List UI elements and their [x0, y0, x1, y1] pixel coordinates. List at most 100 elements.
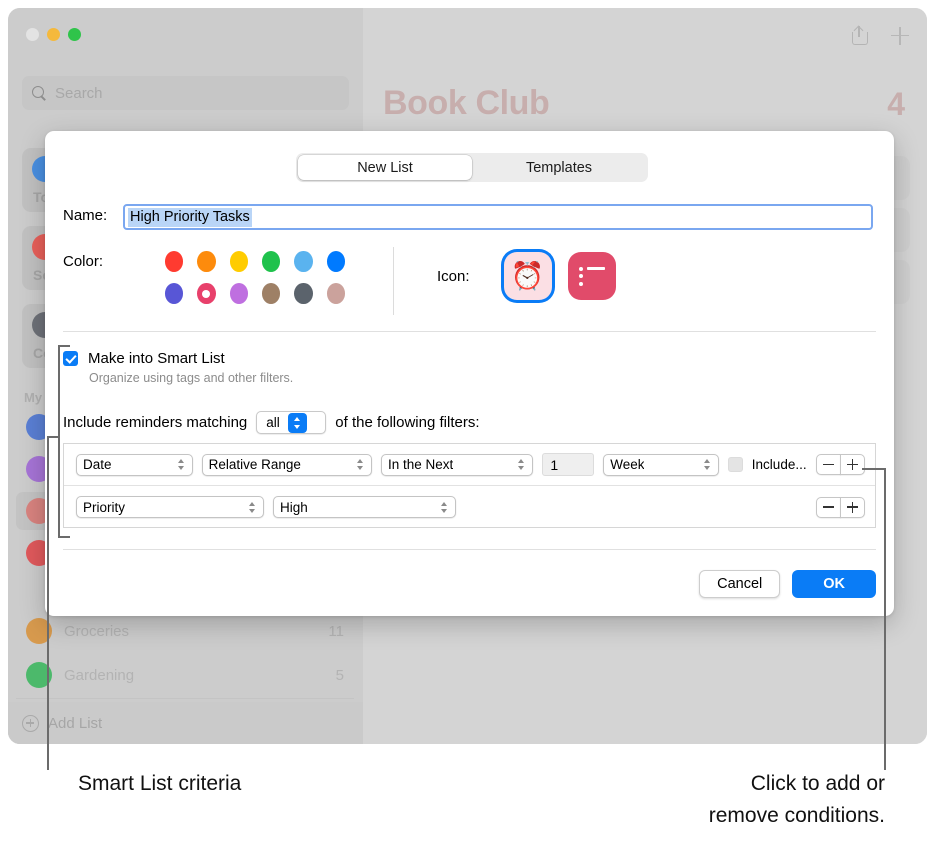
- filter-field-dropdown[interactable]: Priority: [76, 496, 264, 518]
- color-swatch-green[interactable]: [262, 251, 280, 272]
- tab-templates[interactable]: Templates: [472, 155, 646, 180]
- callout-bracket-inner: [48, 436, 59, 438]
- color-swatch-blue[interactable]: [327, 251, 345, 272]
- divider-top: [63, 331, 876, 332]
- callout-label-left: Smart List criteria: [78, 772, 241, 796]
- color-swatch-indigo[interactable]: [165, 283, 183, 304]
- filter-row-1: Date Relative Range In the Next 1 Week: [64, 444, 875, 486]
- filter-value-dropdown[interactable]: High: [273, 496, 456, 518]
- add-list-label: Add List: [48, 715, 102, 732]
- filter-comparator-dropdown[interactable]: Relative Range: [202, 454, 372, 476]
- sidebar-item-count: 5: [336, 667, 344, 684]
- filter-amount-value: 1: [550, 457, 558, 473]
- filter-field-value: Priority: [83, 500, 125, 515]
- chevron-updown-icon: [288, 413, 307, 433]
- chevron-updown-icon: [354, 457, 365, 472]
- name-label: Name:: [63, 207, 107, 224]
- callout-label-right-line2: remove conditions.: [709, 804, 885, 828]
- filter-comparator-value: Relative Range: [209, 457, 301, 472]
- filter-row-2: Priority High: [64, 486, 875, 528]
- tab-new-list[interactable]: New List: [298, 155, 472, 180]
- search-input[interactable]: Search: [22, 76, 349, 110]
- zoom-button[interactable]: [68, 28, 81, 41]
- add-condition-button[interactable]: [840, 497, 865, 518]
- chevron-updown-icon: [246, 500, 257, 515]
- filters-container: Date Relative Range In the Next 1 Week: [63, 443, 876, 528]
- match-type-dropdown[interactable]: all: [256, 411, 326, 434]
- chevron-updown-icon: [438, 500, 449, 515]
- close-button[interactable]: [26, 28, 39, 41]
- include-prefix-label: Include reminders matching: [63, 414, 247, 431]
- smart-list-toggle-row[interactable]: Make into Smart List: [63, 350, 225, 367]
- ok-button[interactable]: OK: [792, 570, 876, 598]
- smart-list-title: Make into Smart List: [88, 350, 225, 367]
- window-traffic-lights: [26, 28, 81, 41]
- filter-unit-value: Week: [610, 457, 644, 472]
- color-swatch-lightblue[interactable]: [294, 251, 312, 272]
- plus-icon[interactable]: [891, 27, 909, 45]
- segmented-control: New List Templates: [296, 153, 648, 182]
- list-title: Book Club: [383, 84, 549, 123]
- callout-leader-right-vertical: [884, 468, 886, 770]
- color-swatch-purple[interactable]: [230, 283, 248, 304]
- row-controls: [816, 454, 865, 475]
- smart-list-subtitle: Organize using tags and other filters.: [89, 371, 293, 385]
- dialog-footer: Cancel OK: [699, 570, 876, 598]
- share-icon[interactable]: [851, 26, 867, 45]
- search-icon: [32, 86, 47, 101]
- divider-bottom: [63, 549, 876, 550]
- filter-value-value: High: [280, 500, 308, 515]
- color-swatch-brown[interactable]: [262, 283, 280, 304]
- cancel-button[interactable]: Cancel: [699, 570, 780, 598]
- add-condition-button[interactable]: [840, 454, 865, 475]
- remove-condition-button[interactable]: [816, 454, 841, 475]
- icon-label: Icon:: [437, 268, 470, 285]
- remove-condition-button[interactable]: [816, 497, 841, 518]
- row-controls: [816, 497, 865, 518]
- list-count: 4: [887, 86, 905, 123]
- color-swatch-yellow[interactable]: [230, 251, 248, 272]
- name-input[interactable]: High Priority Tasks: [123, 204, 873, 230]
- color-swatch-red[interactable]: [165, 251, 183, 272]
- list-glyph: [579, 267, 605, 285]
- new-list-dialog: New List Templates Name: High Priority T…: [45, 131, 894, 616]
- callout-label-right-line1: Click to add or: [751, 772, 885, 796]
- toolbar-icons: [851, 26, 909, 45]
- filter-amount-input[interactable]: 1: [542, 453, 594, 476]
- alarm-clock-icon[interactable]: ⏰: [504, 252, 552, 300]
- color-row-1: [165, 251, 345, 272]
- sidebar-item-label: Groceries: [64, 623, 129, 640]
- list-bullets-icon[interactable]: [568, 252, 616, 300]
- color-row-2: [165, 283, 345, 304]
- filter-operator-value: In the Next: [388, 457, 453, 472]
- include-matching-row: Include reminders matching all of the fo…: [63, 411, 480, 434]
- callout-leader-left: [47, 436, 49, 770]
- vertical-divider: [393, 247, 394, 315]
- color-swatch-orange[interactable]: [197, 251, 215, 272]
- color-swatch-gray[interactable]: [294, 283, 312, 304]
- filter-field-dropdown[interactable]: Date: [76, 454, 193, 476]
- sidebar-list-item-groceries[interactable]: Groceries 11: [16, 612, 354, 650]
- alarm-clock-glyph: ⏰: [511, 263, 545, 290]
- add-list-button[interactable]: Add List: [8, 702, 363, 744]
- sidebar-item-count: 11: [328, 623, 344, 640]
- color-swatch-dusty-rose[interactable]: [327, 283, 345, 304]
- icon-picker: Icon: ⏰: [437, 252, 616, 300]
- filter-operator-dropdown[interactable]: In the Next: [381, 454, 533, 476]
- include-suffix-label: of the following filters:: [335, 414, 479, 431]
- chevron-updown-icon: [175, 457, 186, 472]
- callout-bracket-smart-list: [58, 345, 70, 538]
- color-swatch-grid: [165, 251, 345, 315]
- filter-unit-dropdown[interactable]: Week: [603, 454, 719, 476]
- color-swatch-pink-selected[interactable]: [197, 283, 215, 304]
- filter-field-value: Date: [83, 457, 112, 472]
- plus-circle-icon: [22, 715, 39, 732]
- chevron-updown-icon: [515, 457, 526, 472]
- chevron-updown-icon: [701, 457, 712, 472]
- minimize-button[interactable]: [47, 28, 60, 41]
- include-overdue-checkbox[interactable]: [728, 457, 743, 472]
- sidebar-list-item-gardening[interactable]: Gardening 5: [16, 656, 354, 694]
- name-input-value: High Priority Tasks: [128, 208, 252, 227]
- color-label: Color:: [63, 253, 103, 270]
- screenshot-root: Search Book Club 4 Today Scheduled Compl…: [0, 0, 935, 841]
